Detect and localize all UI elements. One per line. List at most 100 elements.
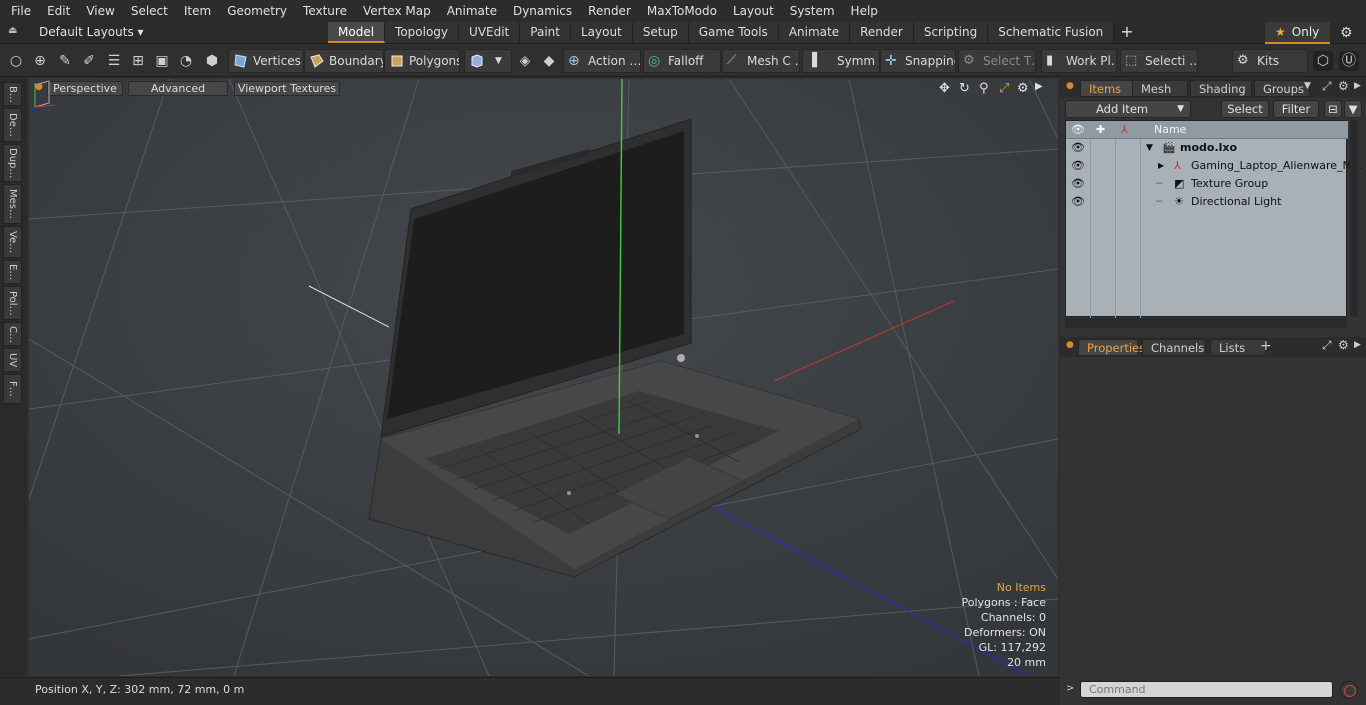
tree-row-laptop[interactable]: 👁 ▶ ⅄ Gaming_Laptop_Alienware_M… xyxy=(1066,157,1363,175)
shield-cube-icon[interactable]: ⬢ xyxy=(202,51,222,71)
fit-view-icon[interactable]: ⤢ xyxy=(999,81,1009,96)
record-icon[interactable] xyxy=(1340,681,1358,699)
tab-animate[interactable]: Animate xyxy=(778,22,851,43)
expand-arrow-icon[interactable]: ▼ xyxy=(1146,139,1153,157)
properties-gear-icon[interactable]: ⚙ xyxy=(1338,338,1349,352)
work-plane-button[interactable]: ▮ Work Pl… xyxy=(1041,49,1117,73)
action-center-button[interactable]: ⊕ Action … xyxy=(563,49,641,73)
layout-home-icon[interactable]: ⏏ xyxy=(8,25,22,41)
menu-geometry[interactable]: Geometry xyxy=(219,0,295,22)
items-arrow-icon[interactable]: ▶ xyxy=(1354,81,1361,91)
visibility-eye-icon[interactable]: 👁 xyxy=(1071,157,1085,175)
advanced-button[interactable]: Advanced xyxy=(128,81,228,96)
center-icon[interactable]: ⊞ xyxy=(128,51,148,71)
collapse-arrow-icon[interactable]: ▶ xyxy=(1158,157,1164,175)
filter-button[interactable]: Filter xyxy=(1273,100,1319,118)
gear-icon[interactable]: ⚙ xyxy=(1340,25,1353,41)
viewport-textures-button[interactable]: Viewport Textures xyxy=(234,81,340,96)
tab-uvedit[interactable]: UVEdit xyxy=(459,22,521,43)
visibility-eye-icon[interactable]: 👁 xyxy=(1071,193,1085,211)
zoom-view-icon[interactable]: ⚲ xyxy=(979,81,989,96)
menu-vertex-map[interactable]: Vertex Map xyxy=(355,0,439,22)
snapping-button[interactable]: ✛ Snapping xyxy=(880,49,956,73)
symmetry-button[interactable]: ▐ Symm … xyxy=(802,49,880,73)
tab-items[interactable]: Items xyxy=(1080,80,1138,97)
viewport-expand-icon[interactable]: ▶ xyxy=(1035,81,1043,92)
rotate-view-icon[interactable]: ↻ xyxy=(959,81,970,96)
mesh-constraint-button[interactable]: ⟋ Mesh C … xyxy=(722,49,800,73)
tab-setup[interactable]: Setup xyxy=(632,22,689,43)
items-gear-icon[interactable]: ⚙ xyxy=(1338,79,1349,93)
menu-dynamics[interactable]: Dynamics xyxy=(505,0,580,22)
tree-horizontal-scrollbar[interactable] xyxy=(1065,318,1347,328)
left-tab-duplicate[interactable]: Dup… xyxy=(3,144,22,182)
tab-paint[interactable]: Paint xyxy=(520,22,571,43)
left-tab-basic[interactable]: B… xyxy=(3,82,22,106)
pen-icon[interactable]: ✎ xyxy=(55,51,75,71)
globe-icon[interactable]: ⊕ xyxy=(30,51,50,71)
menu-select[interactable]: Select xyxy=(123,0,176,22)
menu-system[interactable]: System xyxy=(782,0,843,22)
vertices-button[interactable]: Vertices xyxy=(228,49,304,73)
menu-render[interactable]: Render xyxy=(580,0,639,22)
visibility-eye-icon[interactable]: 👁 xyxy=(1071,139,1085,157)
left-tab-deform[interactable]: De… xyxy=(3,108,22,142)
left-tab-edge[interactable]: E… xyxy=(3,260,22,284)
tab-layout[interactable]: Layout xyxy=(570,22,633,43)
add-item-button[interactable]: Add Item ▼ xyxy=(1065,100,1191,118)
tabs-dropdown-icon[interactable]: ▼ xyxy=(1304,81,1311,91)
collapse-icon[interactable]: ⊟ xyxy=(1324,100,1342,118)
item-tree[interactable]: 👁 ✚ ⅄ Name 👁 ▼ 🎬 modo.lxo 👁 ▶ ⅄ Gaming_L… xyxy=(1065,120,1363,318)
menu-layout[interactable]: Layout xyxy=(725,0,782,22)
frame-icon[interactable]: ▣ xyxy=(152,51,172,71)
tab-channels[interactable]: Channels xyxy=(1142,339,1206,356)
unreal-icon[interactable]: Ⓤ xyxy=(1339,51,1359,71)
menu-file[interactable]: File xyxy=(3,0,39,22)
name-column-header[interactable]: Name xyxy=(1154,121,1186,139)
circle-select-icon[interactable]: ○ xyxy=(6,51,26,71)
tab-mesh[interactable]: Mesh … xyxy=(1132,80,1188,113)
item-mode-button[interactable]: ▼ xyxy=(464,49,512,73)
pivot-icon[interactable]: ◆ xyxy=(539,51,559,71)
menu-item[interactable]: Item xyxy=(176,0,219,22)
tab-groups[interactable]: Groups xyxy=(1254,80,1310,97)
select-button[interactable]: Select xyxy=(1221,100,1269,118)
properties-dot-icon[interactable]: ● xyxy=(1066,340,1074,350)
3d-viewport[interactable]: ● Perspective Advanced Viewport Textures… xyxy=(29,79,1058,676)
selection-button[interactable]: ⬚ Selecti … xyxy=(1120,49,1198,73)
header-type-icon[interactable]: ⅄ xyxy=(1121,121,1128,139)
polygons-button[interactable]: Polygons xyxy=(384,49,460,73)
add-tab-icon[interactable]: + xyxy=(1260,338,1272,354)
menu-texture[interactable]: Texture xyxy=(295,0,355,22)
layout-selector[interactable]: Default Layouts ▾ xyxy=(39,25,144,39)
kits-button[interactable]: ⚙ Kits xyxy=(1232,49,1308,73)
tab-shading[interactable]: Shading xyxy=(1190,80,1252,97)
brush-icon[interactable]: ✐ xyxy=(79,51,99,71)
header-eye-icon[interactable]: 👁 xyxy=(1071,121,1085,139)
left-tab-uv[interactable]: UV xyxy=(3,348,22,372)
tab-topology[interactable]: Topology xyxy=(385,22,460,43)
add-tab-icon[interactable]: + xyxy=(1114,22,1139,44)
tab-render[interactable]: Render xyxy=(850,22,914,43)
menu-animate[interactable]: Animate xyxy=(439,0,505,22)
tab-schematic-fusion[interactable]: Schematic Fusion xyxy=(988,22,1115,43)
only-toggle[interactable]: ★ Only xyxy=(1265,22,1330,44)
unity-icon[interactable]: ⬡ xyxy=(1313,51,1333,71)
align-icon[interactable]: ☰ xyxy=(104,51,124,71)
tab-scripting[interactable]: Scripting xyxy=(913,22,989,43)
funnel-icon[interactable]: ▼ xyxy=(1344,100,1362,118)
move-view-icon[interactable]: ✥ xyxy=(939,81,950,96)
menu-help[interactable]: Help xyxy=(843,0,886,22)
expand-panel-icon[interactable]: ⤢ xyxy=(1322,338,1332,353)
header-lock-icon[interactable]: ✚ xyxy=(1096,121,1105,139)
falloff-button[interactable]: ◎ Falloff xyxy=(643,49,721,73)
boundary-button[interactable]: Boundary xyxy=(304,49,384,73)
command-input[interactable]: Command xyxy=(1080,681,1333,698)
left-tab-vertex[interactable]: Ve… xyxy=(3,226,22,258)
tree-row-texture-group[interactable]: 👁 ┄ ◩ Texture Group xyxy=(1066,175,1348,193)
tab-game-tools[interactable]: Game Tools xyxy=(688,22,779,43)
tree-row-light[interactable]: 👁 ┄ ☀ Directional Light xyxy=(1066,193,1348,211)
tab-lists[interactable]: Lists xyxy=(1210,339,1266,356)
tab-properties[interactable]: Properties xyxy=(1078,339,1145,356)
select-through-button[interactable]: ⚙ Select T… xyxy=(958,49,1036,73)
